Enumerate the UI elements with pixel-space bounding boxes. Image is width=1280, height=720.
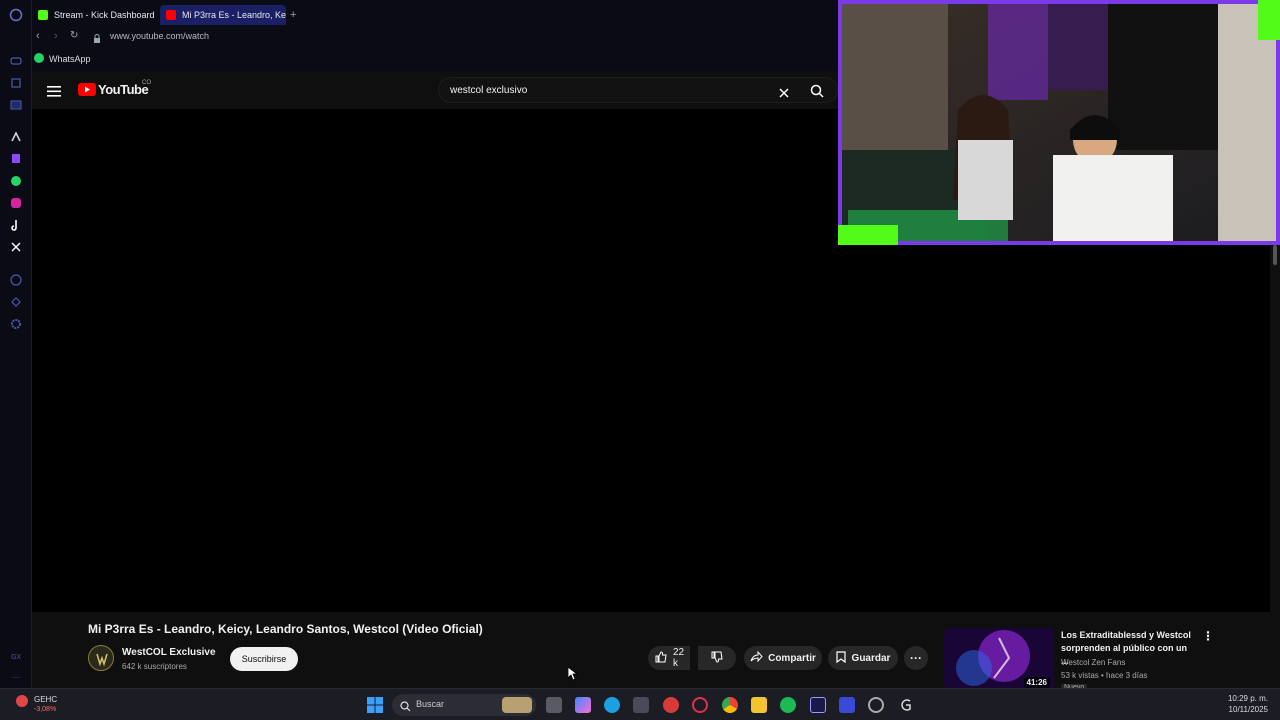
taskbar-search[interactable]: Buscar [392,694,536,716]
search-input[interactable]: westcol exclusivo [450,85,527,96]
windows-start-icon[interactable] [367,697,383,713]
more-actions-button[interactable]: ··· [904,646,928,670]
recommended-menu-icon[interactable]: ⋮ [1202,629,1214,643]
copilot-icon[interactable] [575,697,591,713]
recommended-meta: 53 k vistas • hace 3 días [1061,671,1148,680]
recommended-channel[interactable]: Westcol Zen Fans [1061,658,1125,667]
save-label: Guardar [851,652,891,664]
page-scrollbar[interactable] [1270,245,1280,690]
premiere-icon[interactable] [810,697,826,713]
stock-change: -3,08% [34,706,57,713]
mail-icon[interactable] [9,98,23,112]
app-g-icon[interactable] [898,697,914,713]
extensions-icon[interactable] [9,295,23,309]
hamburger-menu-icon[interactable] [47,84,61,102]
subscriber-count: 642 k suscriptores [122,662,187,671]
settings-icon[interactable] [9,317,23,331]
clear-search-icon[interactable] [779,85,789,103]
forward-icon[interactable]: › [54,30,58,42]
gx-icon[interactable]: GX [9,650,23,664]
share-icon [750,650,763,665]
dislike-button[interactable] [698,646,736,670]
clock-time[interactable]: 10:29 p. m. [1228,694,1268,703]
spotify-icon[interactable] [780,697,796,713]
webcam-overlay [838,0,1280,245]
x-twitter-icon[interactable] [9,240,23,254]
channel-name[interactable]: WestCOL Exclusive [122,647,216,658]
stock-name[interactable]: GEHC [34,695,57,704]
file-explorer-icon[interactable] [751,697,767,713]
tab-kick-dashboard[interactable]: Stream - Kick Dashboard [32,5,158,25]
youtube-tab-icon [166,10,176,20]
history-icon[interactable] [9,273,23,287]
video-title: Mi P3rra Es - Leandro, Keicy, Leandro Sa… [88,622,483,636]
pencil-icon[interactable] [9,76,23,90]
taskbar-search-label: Buscar [416,699,445,709]
like-count: 22 k [673,647,685,669]
opera-active-icon[interactable] [692,697,708,713]
new-tab-button[interactable]: + [288,5,302,25]
country-code: CO [142,80,151,86]
browser-sidebar: GX ··· [0,0,32,690]
kick-icon [38,10,48,20]
obs-icon[interactable] [868,697,884,713]
channel-avatar[interactable] [88,645,114,671]
scrollbar-thumb[interactable] [1273,245,1277,265]
whatsapp-icon[interactable] [9,174,23,188]
gamepad-icon[interactable] [9,54,23,68]
taskbar-search-icon [400,699,411,717]
tiktok-icon[interactable] [9,218,23,232]
subscribe-button[interactable]: Suscribirse [230,647,298,671]
task-view-icon[interactable] [546,697,562,713]
mouse-cursor-icon [567,666,579,686]
chrome-icon[interactable] [722,697,738,713]
youtube-header: YouTube CO westcol exclusivo [32,71,838,109]
reload-icon[interactable]: ↻ [70,30,78,41]
bookmarks-bar: WhatsApp [32,46,838,71]
video-details: Mi P3rra Es - Leandro, Keicy, Leandro Sa… [32,612,1270,691]
url-field[interactable]: www.youtube.com/watch [110,31,209,41]
instagram-icon[interactable] [9,196,23,210]
search-icon[interactable] [810,84,824,103]
opera-logo-icon[interactable] [9,8,23,22]
more-icon[interactable]: ··· [9,670,23,684]
more-horizontal-icon: ··· [910,651,922,665]
share-label: Compartir [768,652,816,664]
save-button[interactable]: Guardar [828,646,898,670]
thumbs-down-icon [711,651,723,666]
bookmark-icon [835,650,846,666]
tab-label: Mi P3rra Es - Leandro, Ke [181,10,286,20]
address-bar-row: ‹ › ↻ www.youtube.com/watch [32,28,838,46]
stock-alert-icon [16,695,28,707]
youtube-logo-icon[interactable] [78,83,96,96]
bookmark-whatsapp[interactable]: WhatsApp [49,54,91,64]
whatsapp-bookmark-icon [34,53,44,63]
like-button[interactable]: 22 k [648,646,690,670]
video-duration: 41:26 [1023,677,1050,688]
store-icon[interactable] [633,697,649,713]
thumbs-up-icon [655,650,667,666]
aria-icon[interactable] [9,130,23,144]
tab-youtube-video[interactable]: Mi P3rra Es - Leandro, Ke [160,5,286,25]
share-button[interactable]: Compartir [744,646,822,670]
search-box: westcol exclusivo [438,77,838,103]
twitch-icon[interactable] [9,152,23,166]
tab-label: Stream - Kick Dashboard [54,10,155,20]
webcam-scene [838,0,1280,245]
opera-gx-icon[interactable] [663,697,679,713]
back-icon[interactable]: ‹ [36,30,40,42]
app-icon[interactable] [839,697,855,713]
edge-icon[interactable] [604,697,620,713]
clock-date[interactable]: 10/11/2025 [1229,705,1268,714]
youtube-logo-text[interactable]: YouTube [98,82,149,97]
windows-taskbar: GEHC -3,08% Buscar 10:29 p. m. 10/11/202… [0,688,1280,720]
recommended-thumbnail[interactable]: 41:26 [944,628,1054,690]
search-highlight-image [502,697,532,713]
tab-strip: Stream - Kick Dashboard Mi P3rra Es - Le… [32,0,838,28]
